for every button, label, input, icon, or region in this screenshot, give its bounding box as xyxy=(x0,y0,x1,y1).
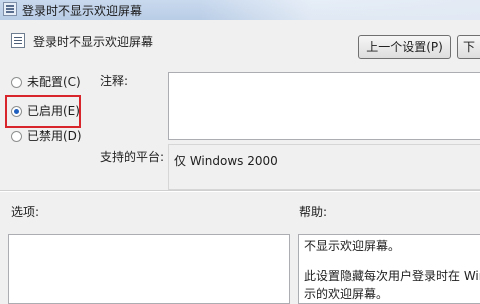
help-line: 此设置隐藏每次用户登录时在 Wind xyxy=(304,269,480,283)
radio-not-configured[interactable]: 未配置(C) xyxy=(11,74,81,90)
platform-value: 仅 Windows 2000 xyxy=(174,154,278,168)
policy-setting-icon xyxy=(11,33,25,48)
comment-textarea[interactable] xyxy=(168,72,480,140)
title-bar-glass xyxy=(200,0,480,20)
previous-setting-button[interactable]: 上一个设置(P) xyxy=(358,35,451,59)
next-setting-button[interactable]: 下 xyxy=(457,35,480,59)
policy-name: 登录时不显示欢迎屏幕 xyxy=(33,35,154,49)
radio-label-disabled: 已禁用(D) xyxy=(27,129,82,143)
policy-window-icon xyxy=(3,2,17,16)
radio-button[interactable] xyxy=(11,131,22,142)
platform-label: 支持的平台: xyxy=(100,150,165,164)
enabled-highlight-box xyxy=(5,95,81,128)
help-line: 示的欢迎屏幕。 xyxy=(304,287,389,301)
comment-label: 注释: xyxy=(100,74,129,88)
radio-disabled[interactable]: 已禁用(D) xyxy=(11,128,82,144)
radio-button[interactable] xyxy=(11,77,22,88)
options-area xyxy=(8,234,290,304)
radio-label-not-configured: 未配置(C) xyxy=(27,75,81,89)
title-bar[interactable]: 登录时不显示欢迎屏幕 xyxy=(0,0,480,21)
help-line: 不显示欢迎屏幕。 xyxy=(304,239,401,253)
window-title: 登录时不显示欢迎屏幕 xyxy=(22,4,143,18)
section-divider xyxy=(0,190,480,192)
options-label: 选项: xyxy=(11,205,40,219)
help-label: 帮助: xyxy=(299,205,328,219)
